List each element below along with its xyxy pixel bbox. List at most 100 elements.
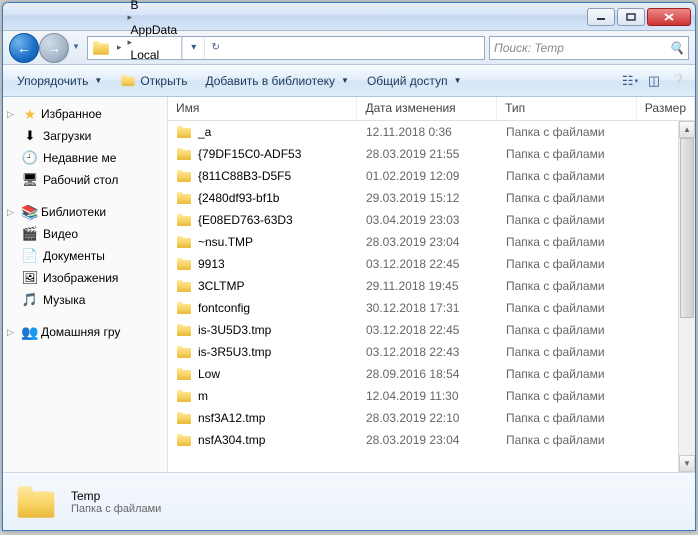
file-date: 03.04.2019 23:03	[358, 213, 498, 227]
folder-icon	[176, 433, 192, 447]
breadcrumb-segment[interactable]: B	[125, 0, 182, 12]
file-row[interactable]: 9913 03.12.2018 22:45 Папка с файлами	[168, 253, 695, 275]
file-name: {79DF15C0-ADF53	[168, 147, 358, 161]
back-button[interactable]: ←	[9, 33, 39, 63]
homegroup-icon: 👥	[21, 323, 39, 341]
organize-button[interactable]: Упорядочить▼	[9, 70, 110, 92]
file-name: is-3U5D3.tmp	[168, 323, 358, 337]
breadcrumb-segment[interactable]: AppData	[125, 23, 182, 37]
file-name: Low	[168, 367, 358, 381]
help-button[interactable]: ❔	[667, 70, 689, 92]
sidebar-item-label: Музыка	[43, 293, 85, 307]
file-type: Папка с файлами	[498, 389, 638, 403]
file-type: Папка с файлами	[498, 433, 638, 447]
file-name: _a	[168, 125, 358, 139]
collapse-icon: ▷	[7, 109, 19, 120]
minimize-button[interactable]	[587, 8, 615, 26]
address-bar[interactable]: ▸ B▸AppData▸Local▸Temp▸ ▾ ↻	[87, 36, 485, 60]
folder-icon	[176, 323, 192, 337]
file-row[interactable]: {2480df93-bf1b 29.03.2019 15:12 Папка с …	[168, 187, 695, 209]
file-row[interactable]: m 12.04.2019 11:30 Папка с файлами	[168, 385, 695, 407]
forward-button[interactable]: →	[39, 33, 69, 63]
sidebar-item-icon: 🎵	[21, 291, 39, 309]
sidebar-item-label: Видео	[43, 227, 78, 241]
scroll-up-button[interactable]: ▲	[679, 121, 695, 138]
open-folder-icon	[120, 74, 136, 87]
breadcrumb-arrow[interactable]: ▸	[125, 37, 182, 48]
libraries-icon: 📚	[21, 203, 39, 221]
file-name: nsfA304.tmp	[168, 433, 358, 447]
libraries-group[interactable]: ▷ 📚 Библиотеки	[3, 201, 167, 223]
share-button[interactable]: Общий доступ▼	[359, 70, 470, 92]
sidebar-item[interactable]: 🎵 Музыка	[3, 289, 167, 311]
file-date: 28.09.2016 18:54	[358, 367, 498, 381]
breadcrumb-root-arrow[interactable]: ▸	[114, 37, 125, 59]
file-row[interactable]: fontconfig 30.12.2018 17:31 Папка с файл…	[168, 297, 695, 319]
details-pane: Temp Папка с файлами	[3, 472, 695, 530]
favorites-label: Избранное	[41, 107, 102, 121]
file-date: 28.03.2019 21:55	[358, 147, 498, 161]
folder-icon	[176, 169, 192, 183]
file-row[interactable]: {79DF15C0-ADF53 28.03.2019 21:55 Папка с…	[168, 143, 695, 165]
open-button[interactable]: Открыть	[112, 70, 195, 92]
sidebar-item-label: Рабочий стол	[43, 173, 118, 187]
maximize-button[interactable]	[617, 8, 645, 26]
file-row[interactable]: nsf3A12.tmp 28.03.2019 22:10 Папка с фай…	[168, 407, 695, 429]
sidebar-item[interactable]: 📄Документы	[3, 245, 167, 267]
file-row[interactable]: nsfA304.tmp 28.03.2019 23:04 Папка с фай…	[168, 429, 695, 451]
sidebar-item-icon: 🎬	[21, 225, 39, 243]
file-date: 12.11.2018 0:36	[358, 125, 498, 139]
sidebar-item[interactable]: 🕘Недавние ме	[3, 147, 167, 169]
preview-pane-button[interactable]: ◫	[643, 70, 665, 92]
file-list-pane: Имя Дата изменения Тип Размер _a 12.11.2…	[168, 97, 695, 472]
vertical-scrollbar[interactable]: ▲ ▼	[678, 121, 695, 472]
folder-icon	[176, 367, 192, 381]
file-type: Папка с файлами	[498, 191, 638, 205]
view-options-button[interactable]: ☷▾	[619, 70, 641, 92]
scrollbar-thumb[interactable]	[680, 138, 694, 318]
file-name: fontconfig	[168, 301, 358, 315]
file-type: Папка с файлами	[498, 345, 638, 359]
add-to-library-button[interactable]: Добавить в библиотеку▼	[197, 70, 356, 92]
column-date[interactable]: Дата изменения	[357, 97, 497, 120]
column-type[interactable]: Тип	[497, 97, 637, 120]
sidebar-item[interactable]: 🖼 Изображения	[3, 267, 167, 289]
sidebar-item[interactable]: ⬇Загрузки	[3, 125, 167, 147]
sidebar-item[interactable]: 🎬 Видео	[3, 223, 167, 245]
homegroup-label: Домашняя гру	[41, 325, 120, 339]
favorites-group[interactable]: ▷ ★ Избранное	[3, 103, 167, 125]
file-date: 29.11.2018 19:45	[358, 279, 498, 293]
file-row[interactable]: {E08ED763-63D3 03.04.2019 23:03 Папка с …	[168, 209, 695, 231]
file-row[interactable]: {811C88B3-D5F5 01.02.2019 12:09 Папка с …	[168, 165, 695, 187]
sidebar-item[interactable]: 🖥Рабочий стол	[3, 169, 167, 191]
file-row[interactable]: 3CLTMP 29.11.2018 19:45 Папка с файлами	[168, 275, 695, 297]
folder-icon	[176, 301, 192, 315]
close-button[interactable]	[647, 8, 691, 26]
folder-icon	[176, 389, 192, 403]
file-row[interactable]: is-3R5U3.tmp 03.12.2018 22:43 Папка с фа…	[168, 341, 695, 363]
file-row[interactable]: _a 12.11.2018 0:36 Папка с файлами	[168, 121, 695, 143]
address-dropdown[interactable]: ▾	[182, 37, 204, 59]
column-size[interactable]: Размер	[637, 97, 695, 120]
nav-history-dropdown[interactable]: ▼	[69, 33, 83, 61]
breadcrumb-segment[interactable]: Local	[125, 48, 182, 62]
scroll-down-button[interactable]: ▼	[679, 455, 695, 472]
navigation-bar: ← → ▼ ▸ B▸AppData▸Local▸Temp▸ ▾ ↻ Поиск:…	[3, 31, 695, 65]
search-input[interactable]: Поиск: Temp 🔍	[489, 36, 689, 60]
file-date: 03.12.2018 22:45	[358, 257, 498, 271]
refresh-button[interactable]: ↻	[204, 37, 226, 59]
toolbar: Упорядочить▼ Открыть Добавить в библиоте…	[3, 65, 695, 97]
sidebar-item-icon: 📄	[21, 247, 39, 265]
file-row[interactable]: ~nsu.TMP 28.03.2019 23:04 Папка с файлам…	[168, 231, 695, 253]
file-row[interactable]: is-3U5D3.tmp 03.12.2018 22:45 Папка с фа…	[168, 319, 695, 341]
file-date: 30.12.2018 17:31	[358, 301, 498, 315]
homegroup[interactable]: ▷ 👥 Домашняя гру	[3, 321, 167, 343]
file-type: Папка с файлами	[498, 411, 638, 425]
folder-icon	[176, 235, 192, 249]
breadcrumb-arrow[interactable]: ▸	[125, 12, 182, 23]
sidebar-item-label: Изображения	[43, 271, 118, 285]
sidebar-item-icon: 🖼	[21, 269, 39, 287]
file-row[interactable]: Low 28.09.2016 18:54 Папка с файлами	[168, 363, 695, 385]
libraries-label: Библиотеки	[41, 205, 106, 219]
column-name[interactable]: Имя	[168, 97, 357, 120]
